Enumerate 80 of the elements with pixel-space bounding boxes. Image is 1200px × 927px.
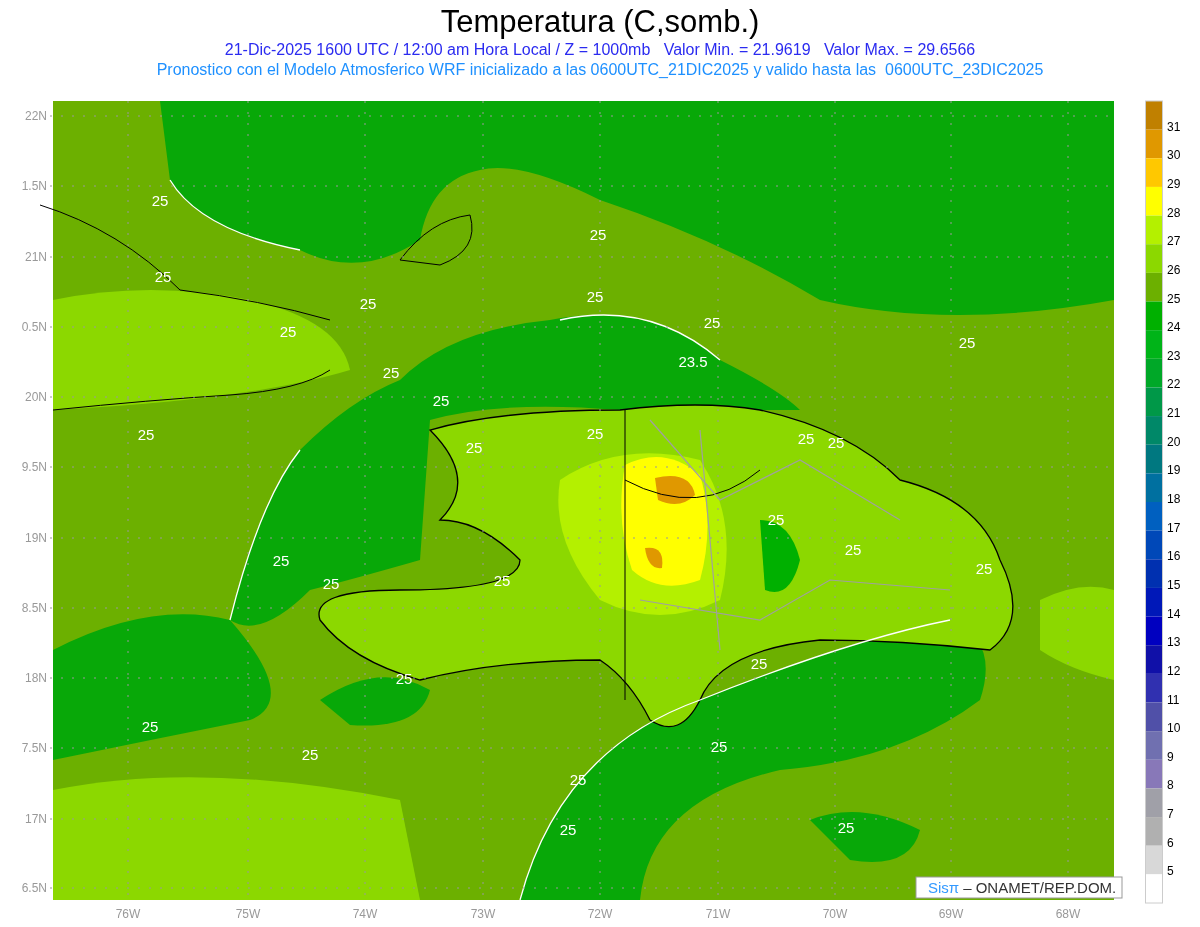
contour-label: 25	[559, 821, 577, 838]
scale-label: 28	[1167, 205, 1181, 220]
chart-subtitle: 21-Dic-2025 1600 UTC / 12:00 am Hora Local / Z = 1000mb Valor Min. = 21.9619 Valor Max. = 29.6566	[224, 40, 976, 60]
scale-label: 9	[1167, 749, 1174, 764]
scale-label: 10	[1167, 721, 1181, 736]
latitude-label: 0.5N	[21, 320, 47, 334]
credit-label: Sisπ – ONAMET/REP.DOM.	[915, 876, 1123, 899]
contour-label: 25	[137, 426, 155, 443]
contour-label: 25	[301, 746, 319, 763]
latitude-label: 20N	[25, 390, 47, 404]
scale-label: 19	[1167, 463, 1181, 478]
contour-label: 25	[844, 541, 862, 558]
scale-label: 11	[1167, 692, 1180, 707]
scale-label: 27	[1167, 234, 1181, 249]
scale-label: 18	[1167, 492, 1181, 506]
latitude-label: 18N	[25, 671, 47, 685]
scale-label: 14	[1167, 606, 1181, 621]
scale-label: 31	[1167, 119, 1181, 134]
scale-label: 17	[1167, 520, 1181, 535]
latitude-label: 1.5N	[21, 179, 47, 193]
latitude-label: 7.5N	[21, 741, 47, 755]
latitude-label: 21N	[25, 250, 47, 264]
contour-label: 23.5	[678, 353, 708, 370]
latitude-label: 19N	[25, 531, 47, 545]
scale-label: 15	[1167, 577, 1181, 592]
longitude-label: 74W	[352, 907, 378, 921]
longitude-label: 68W	[1055, 907, 1081, 921]
contour-label: 25	[958, 334, 976, 351]
contour-label: 25	[586, 288, 604, 305]
scale-label: 5	[1167, 864, 1174, 879]
scale-label: 25	[1167, 291, 1181, 306]
longitude-label: 71W	[705, 907, 731, 921]
contour-label: 25	[767, 511, 785, 528]
scale-label: 8	[1167, 778, 1174, 793]
latitude-label: 9.5N	[21, 460, 47, 474]
scale-label: 7	[1167, 807, 1174, 822]
contour-label: 25	[797, 430, 815, 447]
contour-label: 25	[432, 392, 450, 409]
contour-label: 25	[750, 655, 768, 672]
contour-label: 25	[154, 268, 172, 285]
scale-label: 30	[1167, 148, 1181, 163]
contour-label: 25	[710, 738, 728, 755]
longitude-label: 73W	[470, 907, 496, 921]
contour-label: 25	[465, 439, 483, 456]
scale-label: 24	[1167, 320, 1181, 335]
scale-label: 26	[1167, 262, 1181, 277]
latitude-label: 8.5N	[21, 601, 47, 615]
scale-label: 12	[1167, 663, 1181, 678]
scale-label: 29	[1167, 176, 1181, 191]
contour-label: 25	[586, 425, 604, 442]
model-info-text: Pronostico con el Modelo Atmosferico WRF inicializado a las 0600UTC_21DIC2025 y valido hasta las 0600UTC_23DIC2025	[156, 60, 1044, 80]
contour-label: 25	[827, 434, 845, 451]
longitude-label: 69W	[938, 907, 964, 921]
latitude-label: 22N	[25, 109, 47, 123]
contour-label: 25	[382, 364, 400, 381]
contour-label: 25	[141, 718, 159, 735]
longitude-label: 72W	[587, 907, 613, 921]
contour-label: 25	[975, 560, 993, 577]
contour-label: 25	[279, 323, 297, 340]
contour-label: 25	[272, 552, 290, 569]
contour-label: 25	[151, 192, 169, 209]
contour-label: 25	[359, 295, 377, 312]
contour-label: 25	[395, 670, 413, 687]
scale-label: 22	[1167, 377, 1181, 392]
scale-label: 20	[1167, 434, 1181, 449]
longitude-label: 70W	[822, 907, 848, 921]
scale-label: 16	[1167, 549, 1181, 564]
contour-label: 25	[589, 226, 607, 243]
scale-label: 23	[1167, 348, 1181, 363]
scale-label: 21	[1167, 406, 1181, 421]
scale-label: 13	[1167, 635, 1181, 650]
contour-label: 25	[703, 314, 721, 331]
latitude-label: 17N	[25, 812, 47, 826]
contour-label: 25	[837, 819, 855, 836]
longitude-label: 76W	[115, 907, 141, 921]
latitude-label: 6.5N	[21, 881, 47, 895]
scale-label: 6	[1167, 835, 1174, 850]
contour-label: 25	[322, 575, 340, 592]
longitude-label: 75W	[235, 907, 261, 921]
chart-title: Temperatura (C,somb.)	[440, 4, 760, 40]
